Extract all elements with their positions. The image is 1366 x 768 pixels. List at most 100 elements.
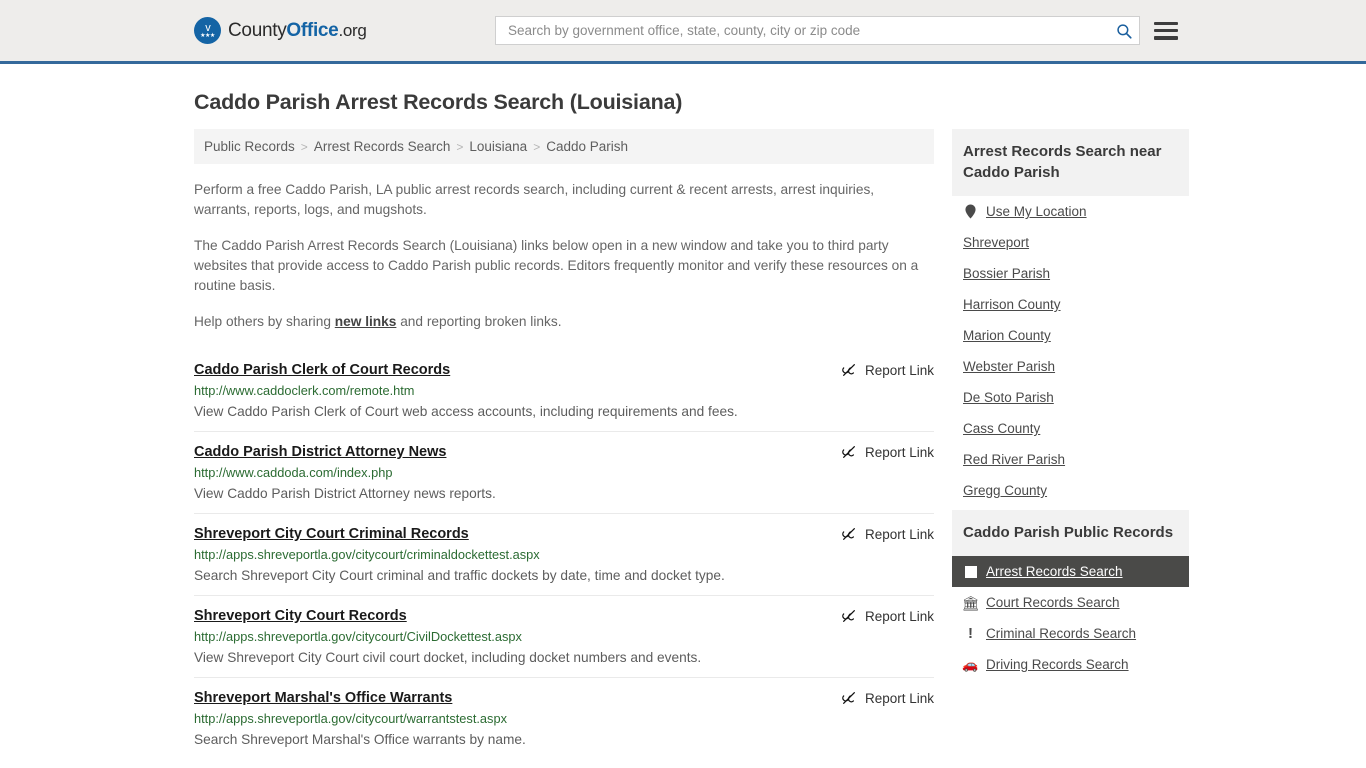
nearby-item-link[interactable]: Red River Parish: [963, 452, 1065, 467]
breadcrumb-separator: >: [533, 139, 541, 154]
nearby-item-link[interactable]: De Soto Parish: [963, 390, 1054, 405]
result-description: View Caddo Parish District Attorney news…: [194, 486, 496, 501]
result-description: View Caddo Parish Clerk of Court web acc…: [194, 404, 738, 419]
hamburger-bar: [1154, 21, 1178, 25]
result-header: Shreveport Marshal's Office Warrants Repo…: [194, 690, 934, 706]
public-records-list-item[interactable]: ! Criminal Records Search: [952, 618, 1189, 649]
nearby-item-link[interactable]: Webster Parish: [963, 359, 1055, 374]
nearby-item-link[interactable]: Cass County: [963, 421, 1040, 436]
hamburger-bar: [1154, 36, 1178, 40]
result-url: http://apps.shreveportla.gov/citycourt/C…: [194, 629, 522, 644]
logo-eagle-badge-icon: ᴠ ★★★: [194, 17, 221, 44]
intro-text: Perform a free Caddo Parish, LA public a…: [194, 180, 934, 332]
search-box[interactable]: [495, 16, 1140, 45]
hamburger-bar: [1154, 28, 1178, 33]
car-icon: 🚗: [962, 657, 979, 672]
nearby-panel-header: Arrest Records Search near Caddo Parish: [952, 129, 1189, 196]
result-title-link[interactable]: Shreveport Marshal's Office Warrants: [194, 690, 452, 706]
nearby-list-item[interactable]: Bossier Parish: [952, 258, 1189, 289]
breadcrumb-item: Caddo Parish: [546, 139, 629, 154]
result-row: Caddo Parish District Attorney News Repor…: [194, 431, 934, 513]
public-records-list-item[interactable]: 🚗 Driving Records Search: [952, 649, 1189, 680]
public-records-panel-header: Caddo Parish Public Records: [952, 510, 1189, 556]
public-records-item-link[interactable]: Arrest Records Search: [986, 564, 1123, 579]
public-records-list-item[interactable]: 🏛 Court Records Search: [952, 587, 1189, 618]
breadcrumb-separator: >: [456, 139, 464, 154]
nearby-item-link[interactable]: Shreveport: [963, 235, 1029, 250]
report-link-button[interactable]: Report Link: [841, 362, 934, 378]
logo-text: CountyOffice.org: [228, 20, 367, 42]
nearby-list-item[interactable]: Cass County: [952, 413, 1189, 444]
intro-paragraph-1: Perform a free Caddo Parish, LA public a…: [194, 182, 875, 217]
report-link-button[interactable]: Report Link: [841, 526, 934, 542]
nearby-item-link[interactable]: Bossier Parish: [963, 266, 1050, 281]
nearby-item-link[interactable]: Marion County: [963, 328, 1051, 343]
hamburger-menu-icon[interactable]: [1154, 21, 1178, 40]
report-link-label: Report Link: [864, 362, 934, 378]
new-links-link[interactable]: new links: [335, 314, 397, 329]
breadcrumb-separator: >: [300, 139, 308, 154]
report-link-button[interactable]: Report Link: [841, 444, 934, 460]
site-header: ᴠ ★★★ CountyOffice.org: [0, 0, 1366, 64]
logo-text-county: County: [228, 19, 287, 41]
nearby-list-item[interactable]: Red River Parish: [952, 444, 1189, 475]
nearby-item-link[interactable]: Gregg County: [963, 483, 1047, 498]
result-url: http://apps.shreveportla.gov/citycourt/c…: [194, 547, 540, 562]
report-link-label: Report Link: [864, 690, 934, 706]
report-link-label: Report Link: [864, 608, 934, 624]
bank-icon: 🏛: [961, 594, 980, 611]
result-title-link[interactable]: Caddo Parish District Attorney News: [194, 444, 446, 460]
nearby-list-item[interactable]: De Soto Parish: [952, 382, 1189, 413]
intro-paragraph-2: The Caddo Parish Arrest Records Search (…: [194, 238, 919, 293]
nearby-list-item[interactable]: Marion County: [952, 320, 1189, 351]
result-title-link[interactable]: Shreveport City Court Records: [194, 608, 407, 624]
unlink-icon: [842, 692, 855, 704]
logo-text-office: Office: [286, 19, 339, 41]
nearby-item-link[interactable]: Use My Location: [986, 204, 1087, 219]
breadcrumb-item[interactable]: Arrest Records Search: [314, 139, 451, 154]
main-column: Public Records > Arrest Records Search > Lou…: [194, 129, 934, 759]
public-records-item-link[interactable]: Driving Records Search: [986, 657, 1129, 672]
result-row: Shreveport City Court Records Report Link…: [194, 595, 934, 677]
nearby-list-item[interactable]: Webster Parish: [952, 351, 1189, 382]
unlink-icon: [842, 528, 855, 540]
record-icon-wrap: !: [963, 626, 978, 641]
unlink-icon: [842, 446, 855, 458]
search-icon[interactable]: [1115, 22, 1133, 40]
stars-glyph: ★★★: [200, 32, 215, 39]
site-logo[interactable]: ᴠ ★★★ CountyOffice.org: [194, 17, 367, 44]
record-icon-wrap: [963, 565, 978, 578]
result-title-link[interactable]: Caddo Parish Clerk of Court Records: [194, 362, 450, 378]
result-header: Shreveport City Court Criminal Records Re…: [194, 526, 934, 542]
result-header: Caddo Parish Clerk of Court Records Repor…: [194, 362, 934, 378]
nearby-list-item[interactable]: Shreveport: [952, 227, 1189, 258]
nearby-list-item[interactable]: Use My Location: [952, 196, 1189, 227]
public-records-panel: Caddo Parish Public Records Arrest Recor…: [952, 510, 1189, 680]
public-records-item-link[interactable]: Criminal Records Search: [986, 626, 1136, 641]
nearby-item-link[interactable]: Harrison County: [963, 297, 1061, 312]
content-columns: Public Records > Arrest Records Search > Lou…: [194, 129, 1189, 759]
result-url: http://apps.shreveportla.gov/citycourt/w…: [194, 711, 507, 726]
report-link-button[interactable]: Report Link: [841, 608, 934, 624]
result-row: Caddo Parish Clerk of Court Records Repor…: [194, 350, 934, 431]
nearby-list-item[interactable]: Gregg County: [952, 475, 1189, 506]
result-title-link[interactable]: Shreveport City Court Criminal Records: [194, 526, 469, 542]
public-records-list-item[interactable]: Arrest Records Search: [952, 556, 1189, 587]
public-records-item-link[interactable]: Court Records Search: [986, 595, 1120, 610]
search-input[interactable]: [506, 22, 1115, 39]
result-row: Shreveport City Court Criminal Records Re…: [194, 513, 934, 595]
public-records-list: Arrest Records Search 🏛 Court Records Sear…: [952, 556, 1189, 680]
breadcrumb-item[interactable]: Louisiana: [469, 139, 527, 154]
result-url: http://www.caddoda.com/index.php: [194, 465, 393, 480]
breadcrumb-item[interactable]: Public Records: [204, 139, 295, 154]
logo-text-dotorg: .org: [338, 20, 367, 40]
unlink-icon: [842, 364, 855, 376]
exclamation-icon: !: [968, 625, 973, 642]
report-link-button[interactable]: Report Link: [841, 690, 934, 706]
record-icon-wrap: 🚗: [962, 657, 979, 672]
nearby-list-item[interactable]: Harrison County: [952, 289, 1189, 320]
record-icon-wrap: 🏛: [961, 594, 980, 611]
map-pin-icon-wrap: [963, 204, 978, 219]
nearby-panel: Arrest Records Search near Caddo Parish …: [952, 129, 1189, 506]
square-icon: [964, 565, 977, 578]
